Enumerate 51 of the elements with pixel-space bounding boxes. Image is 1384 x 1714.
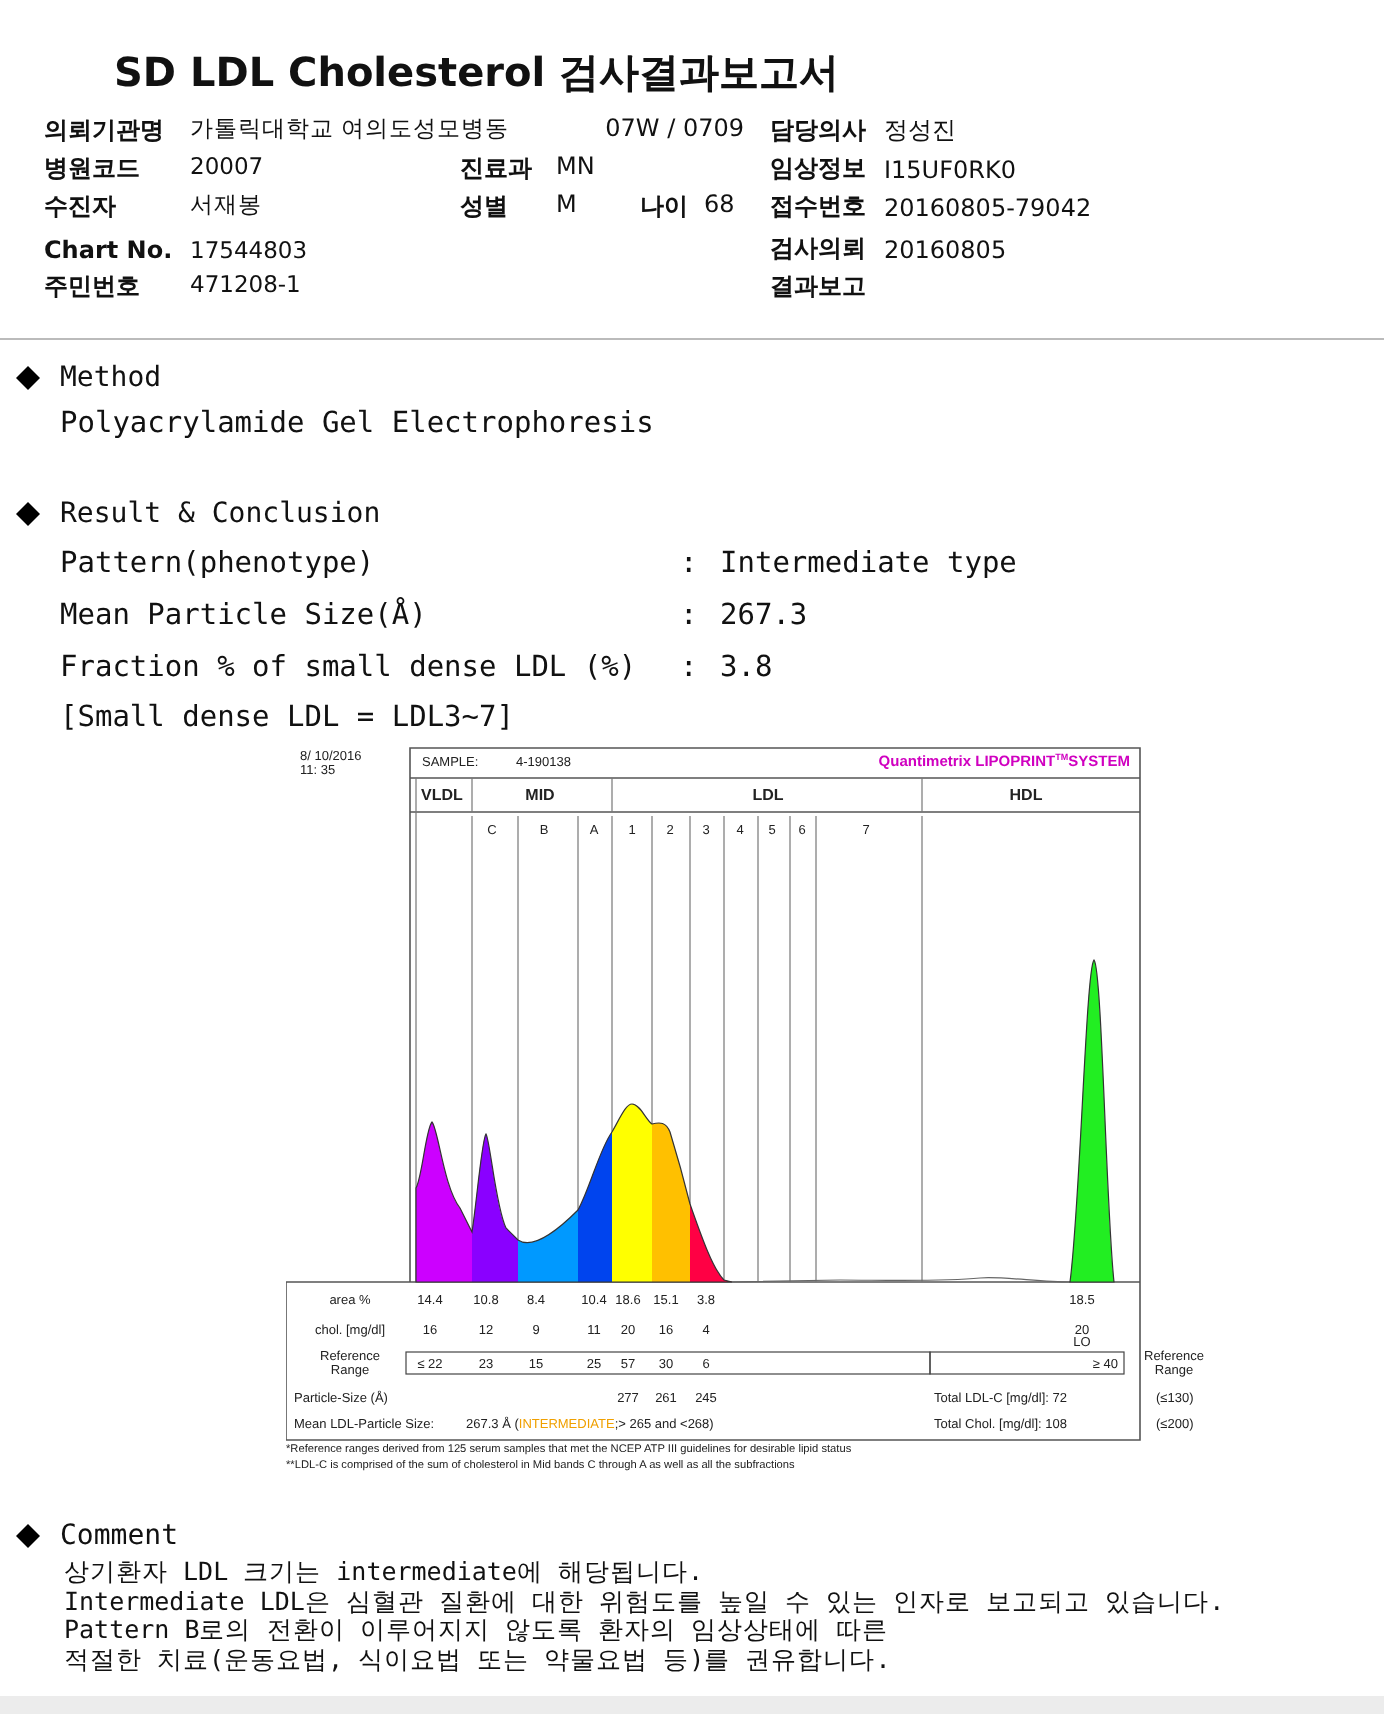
comment-line: 적절한 치료(운동요법, 식이요법 또는 약물요법 등)를 권유합니다. bbox=[62, 1646, 893, 1676]
section-heading: Result & Conclusion bbox=[60, 498, 381, 530]
field-value: MN bbox=[556, 152, 597, 184]
field-value: 17544803 bbox=[190, 235, 310, 263]
diamond-bullet-icon bbox=[16, 366, 40, 390]
diamond-bullet-icon bbox=[16, 1524, 40, 1548]
section-heading: Comment bbox=[60, 1520, 179, 1552]
lipoprotein-group-label: MID bbox=[525, 786, 555, 804]
field-label: 검사의뢰 bbox=[770, 232, 868, 266]
field-label: 진료과 bbox=[460, 152, 534, 186]
field-value: 20160805-79042 bbox=[884, 193, 1092, 221]
field-value: 정성진 bbox=[884, 114, 956, 148]
field-value: 가톨릭대학교 여의도성모병동 bbox=[190, 114, 510, 146]
field-label: 임상정보 bbox=[770, 152, 868, 186]
field-value: 20007 bbox=[190, 152, 266, 184]
field-label: 성별 bbox=[460, 190, 510, 224]
lipoprotein-group-label: HDL bbox=[1009, 786, 1043, 804]
result-separator: : bbox=[680, 600, 700, 632]
field-value: 471208-1 bbox=[190, 270, 303, 302]
field-label: 결과보고 bbox=[770, 270, 868, 304]
result-separator: : bbox=[680, 548, 700, 580]
field-value: I15UF0RK0 bbox=[884, 155, 1016, 183]
result-value: 3.8 bbox=[720, 652, 773, 684]
field-label: 수진자 bbox=[44, 190, 118, 224]
field-label: 의뢰기관명 bbox=[44, 114, 166, 148]
lipoprotein-group-label: VLDL bbox=[421, 786, 463, 804]
result-label: Pattern(phenotype) bbox=[60, 548, 377, 580]
method-text: Polyacrylamide Gel Electrophoresis bbox=[58, 406, 656, 444]
field-label: 접수번호 bbox=[770, 190, 868, 224]
field-label: 병원코드 bbox=[44, 152, 142, 186]
comment-line: 상기환자 LDL 크기는 intermediate에 해당됩니다. bbox=[62, 1558, 706, 1588]
comment-line: Intermediate LDL은 심혈관 질환에 대한 위험도를 높일 수 있는 인자로 보고되고 있습니다. bbox=[62, 1587, 1227, 1617]
field-label: 주민번호 bbox=[44, 270, 142, 304]
field-value: M bbox=[556, 190, 579, 222]
result-value: 267.3 bbox=[720, 600, 808, 632]
result-label: Fraction % of small dense LDL (%) bbox=[60, 652, 639, 684]
field-label: Chart No. bbox=[44, 235, 175, 263]
field-value: 20160805 bbox=[884, 235, 1007, 263]
field-label: 담당의사 bbox=[770, 114, 868, 148]
lipoprotein-group-label: LDL bbox=[752, 786, 784, 804]
result-label: Mean Particle Size(Å) bbox=[60, 600, 429, 632]
diamond-bullet-icon bbox=[16, 502, 40, 526]
result-note: [Small dense LDL = LDL3~7] bbox=[58, 700, 516, 738]
comment-line: Pattern B로의 전환이 이루어지지 않도록 환자의 임상상태에 따른 bbox=[62, 1616, 890, 1647]
field-value: 서재봉 bbox=[190, 190, 264, 222]
result-separator: : bbox=[680, 652, 700, 684]
field-label: 나이 bbox=[640, 190, 690, 224]
report-title: SD LDL Cholesterol 검사결과보고서 bbox=[112, 46, 842, 100]
field-value: 07W / 0709 bbox=[605, 114, 745, 146]
section-heading: Method bbox=[60, 362, 162, 394]
result-value: Intermediate type bbox=[720, 548, 1017, 580]
